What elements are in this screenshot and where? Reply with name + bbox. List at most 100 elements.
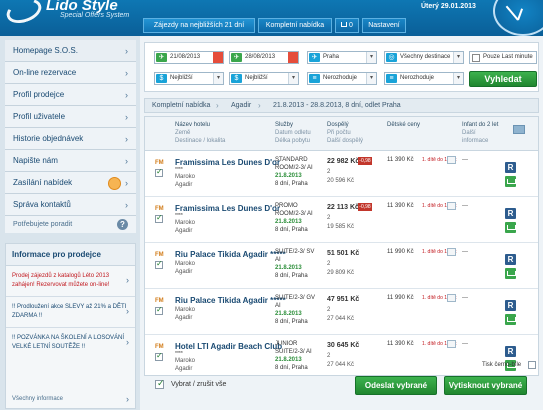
sidebar-item-label: Homepage S.O.S. (13, 46, 78, 55)
col-header-country[interactable]: Země (175, 129, 190, 137)
print-bw-checkbox[interactable] (528, 361, 536, 369)
child-dropdown[interactable] (447, 156, 456, 164)
select-all-checkbox[interactable] (155, 378, 165, 389)
logo[interactable]: Lido Style Special Offers System (3, 0, 144, 30)
reserve-button[interactable]: R (505, 300, 516, 311)
calendar-icon[interactable] (288, 52, 298, 63)
hotel-name[interactable]: Riu Palace Tikida Agadir ***** (175, 250, 286, 259)
table-row[interactable]: FM Riu Palace Tikida Agadir ***** Maroko… (145, 244, 538, 289)
table-row[interactable]: FM Framissima Les Dunes D'or **** Maroko… (145, 198, 538, 243)
app-header: Lido Style Special Offers System Úterý 2… (0, 0, 543, 36)
breadcrumb: Kompletní nabídka › Agadir › 21.8.2013 -… (144, 98, 539, 113)
info-news-item[interactable]: Prodej zájezdů z katalogů Léto 2013 zahá… (6, 266, 135, 297)
collapse-toggle-icon[interactable] (513, 125, 525, 134)
destination-select[interactable]: ◎ Všechny destinace ▾ (384, 51, 464, 64)
chevron-down-icon: ▾ (366, 52, 376, 63)
child-dropdown[interactable] (447, 248, 456, 256)
sidebar-item-send-offers[interactable]: Zasílání nabídek › (5, 172, 136, 194)
sidebar-item-homepage[interactable]: Homepage S.O.S. › (5, 40, 136, 62)
print-bw-option[interactable]: Tisk černo-bíle (482, 361, 536, 369)
print-selected-button[interactable]: Vytisknout vybrané (444, 376, 527, 395)
price-from-select[interactable]: $ Nejbližší ▾ (154, 72, 224, 85)
all-info-link[interactable]: Všechny informace (12, 396, 63, 402)
adult-price: 30 645 Kč (327, 342, 360, 349)
stay-length: 8 dní, Praha (275, 181, 308, 187)
infant-price: — (462, 295, 468, 301)
col-header-services[interactable]: Služby (275, 121, 293, 129)
child-dropdown[interactable] (447, 340, 456, 348)
seller-info-box: Informace pro prodejce Prodej zájezdů z … (5, 243, 136, 409)
add-to-cart-icon[interactable] (505, 176, 516, 187)
chevron-right-icon: › (125, 178, 128, 188)
sort-select-1[interactable]: ≡ Nerozhoduje ▾ (307, 72, 377, 85)
sidebar-item-label: Zasílání nabídek (13, 178, 73, 187)
reserve-button[interactable]: R (505, 162, 516, 173)
row-checkbox[interactable] (155, 167, 163, 177)
reserve-button[interactable]: R (505, 346, 516, 357)
chevron-down-icon: ▾ (453, 52, 463, 63)
table-row[interactable]: FM Framissima Les Dunes D'or **** Maroko… (145, 152, 538, 197)
departure-date-field[interactable]: ✈ 21/08/2013 (154, 51, 224, 64)
child-dropdown[interactable] (447, 294, 456, 302)
row-checkbox[interactable] (155, 305, 163, 315)
child-price: 11 390 Kč (387, 203, 414, 209)
help-link[interactable]: Potřebujete poradit ? (5, 216, 136, 233)
results-footer: Vybrat / zrušit vše Odeslat vybrané Vyti… (144, 374, 539, 404)
room-type: SUITE/2-3/ SV (275, 249, 315, 255)
sidebar-item-contacts[interactable]: Správa kontaktů › (5, 194, 136, 216)
reserve-button[interactable]: R (505, 254, 516, 265)
hotel-name[interactable]: Hotel LTI Agadir Beach Club (175, 342, 282, 351)
reserve-button[interactable]: R (505, 208, 516, 219)
hotel-name[interactable]: Framissima Les Dunes D'or (175, 158, 280, 167)
return-date-field[interactable]: ✈ 28/08/2013 (229, 51, 299, 64)
stay-length: 8 dní, Praha (275, 273, 308, 279)
sidebar-item-user-profile[interactable]: Profil uživatele › (5, 106, 136, 128)
tab-complete-offer[interactable]: Kompletní nabídka (258, 18, 332, 33)
board-type: ROOM/2-3/ AI (275, 165, 313, 171)
child-dropdown[interactable] (447, 202, 456, 210)
sidebar-item-write-us[interactable]: Napište nám › (5, 150, 136, 172)
sidebar-item-online-reservation[interactable]: On-line rezervace › (5, 62, 136, 84)
hotel-name[interactable]: Riu Palace Tikida Agadir ***** (175, 296, 286, 305)
col-header-next-adult: Další dospělý (327, 138, 364, 144)
current-date: Úterý 29.01.2013 (421, 3, 476, 10)
row-checkbox[interactable] (155, 259, 163, 269)
add-to-cart-icon[interactable] (505, 314, 516, 325)
send-selected-button[interactable]: Odeslat vybrané (355, 376, 437, 395)
row-checkbox[interactable] (155, 351, 163, 361)
info-news-item[interactable]: !! POZVÁNKA NA ŠKOLENÍ A LOSOVÁNÍ VELKÉ … (6, 328, 135, 358)
sort-select-2[interactable]: ≡ Nerozhoduje ▾ (384, 72, 464, 85)
add-to-cart-icon[interactable] (505, 268, 516, 279)
departure-date-value: 21/08/2013 (170, 54, 201, 60)
col-header-adult[interactable]: Dospělý (327, 121, 349, 129)
sidebar-item-seller-profile[interactable]: Profil prodejce › (5, 84, 136, 106)
breadcrumb-item[interactable]: Agadir (231, 99, 251, 112)
col-header-destination[interactable]: Destinace / lokalita (175, 137, 225, 145)
infant-price: — (462, 203, 468, 209)
departure-date: 21.8.2013 (275, 219, 302, 225)
hotel-stars: **** (175, 167, 183, 173)
tab-nearest-21-days[interactable]: Zájezdy na nejbližších 21 dní (143, 18, 255, 33)
price-to-select[interactable]: $ Nejbližší ▾ (229, 72, 299, 85)
tab-settings[interactable]: Nastavení (362, 18, 406, 33)
col-header-hotel[interactable]: Název hotelu (175, 121, 210, 129)
table-row[interactable]: FM Riu Palace Tikida Agadir ***** Maroko… (145, 290, 538, 335)
sidebar-item-order-history[interactable]: Historie objednávek › (5, 128, 136, 150)
search-button[interactable]: Vyhledat (469, 71, 537, 87)
calendar-icon[interactable] (213, 52, 223, 63)
cart-tab[interactable]: 0 (335, 18, 359, 33)
sidebar: Homepage S.O.S. › On-line rezervace › Prof… (0, 36, 140, 410)
breadcrumb-item[interactable]: Kompletní nabídka (152, 99, 210, 112)
adult-count: 2 (327, 353, 331, 359)
hotel-country: Maroko (175, 307, 196, 313)
origin-select[interactable]: ✈ Praha ▾ (307, 51, 377, 64)
tag-icon: $ (156, 74, 167, 83)
last-minute-checkbox[interactable]: Pouze Last minute (469, 51, 537, 64)
add-to-cart-icon[interactable] (505, 222, 516, 233)
col-header-departure[interactable]: Datum odletu (275, 129, 311, 137)
col-header-length[interactable]: Délka pobytu (275, 137, 310, 145)
info-news-item[interactable]: !! Prodloužení akce SLEVY až 21% a DĚTI … (6, 297, 135, 328)
stay-length: 8 dní, Praha (275, 319, 308, 325)
row-checkbox[interactable] (155, 213, 163, 223)
hotel-name[interactable]: Framissima Les Dunes D'or (175, 204, 280, 213)
